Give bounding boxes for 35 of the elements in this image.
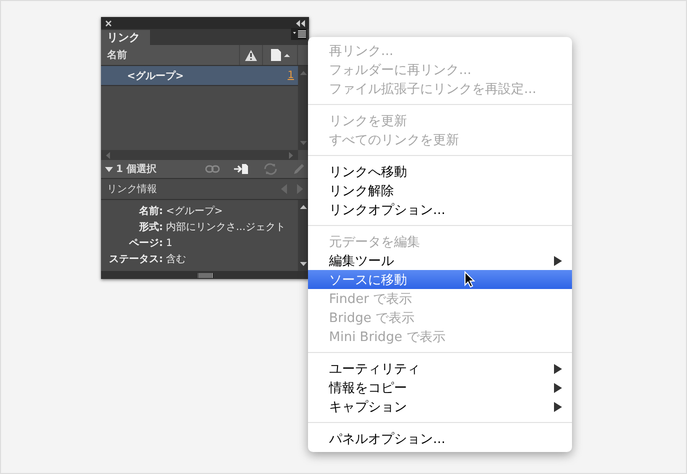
- info-value: 含む: [165, 252, 186, 266]
- link-name: <グループ>: [126, 69, 185, 82]
- menu-item[interactable]: パネルオプション...: [308, 429, 572, 448]
- scroll-up-icon[interactable]: [300, 204, 307, 210]
- info-label: ステータス:: [108, 253, 163, 266]
- menu-item[interactable]: 情報をコピー: [308, 378, 572, 397]
- info-scrollbar[interactable]: [298, 200, 309, 271]
- resize-grip-icon[interactable]: [198, 272, 212, 278]
- sort-ascending-icon[interactable]: [284, 52, 290, 58]
- disclosure-icon[interactable]: [105, 166, 113, 172]
- panel-menu-icon[interactable]: [291, 28, 307, 40]
- scroll-down-icon[interactable]: [300, 261, 307, 267]
- link-row[interactable]: <グループ> 1: [101, 66, 298, 86]
- close-icon[interactable]: [105, 18, 112, 28]
- info-value: 内部にリンクさ...ジェクト: [165, 220, 286, 234]
- info-label: 形式:: [138, 220, 163, 234]
- page-link[interactable]: 1: [288, 70, 298, 81]
- selection-count: 1 個選択: [116, 162, 156, 176]
- menu-item[interactable]: リンクオプション...: [308, 200, 572, 219]
- warning-icon[interactable]: [245, 50, 257, 60]
- info-label: ページ:: [128, 237, 163, 250]
- page-icon[interactable]: [270, 49, 280, 61]
- mouse-pointer-icon: [464, 271, 475, 288]
- panel-tab[interactable]: リンク: [101, 30, 150, 45]
- menu-item[interactable]: リンクへ移動: [308, 162, 572, 181]
- go-to-link-icon[interactable]: [234, 163, 249, 175]
- menu-item[interactable]: ソースに移動: [308, 270, 572, 289]
- info-value: 1: [165, 238, 172, 248]
- menu-item[interactable]: 編集ツール: [308, 251, 572, 270]
- menu-item[interactable]: リンク解除: [308, 181, 572, 200]
- info-title[interactable]: リンク情報: [107, 182, 157, 196]
- menu-item[interactable]: キャプション: [308, 397, 572, 416]
- info-value: <グループ>: [165, 204, 223, 218]
- menu-item[interactable]: ユーティリティ: [308, 359, 572, 378]
- info-label: 名前:: [138, 204, 163, 218]
